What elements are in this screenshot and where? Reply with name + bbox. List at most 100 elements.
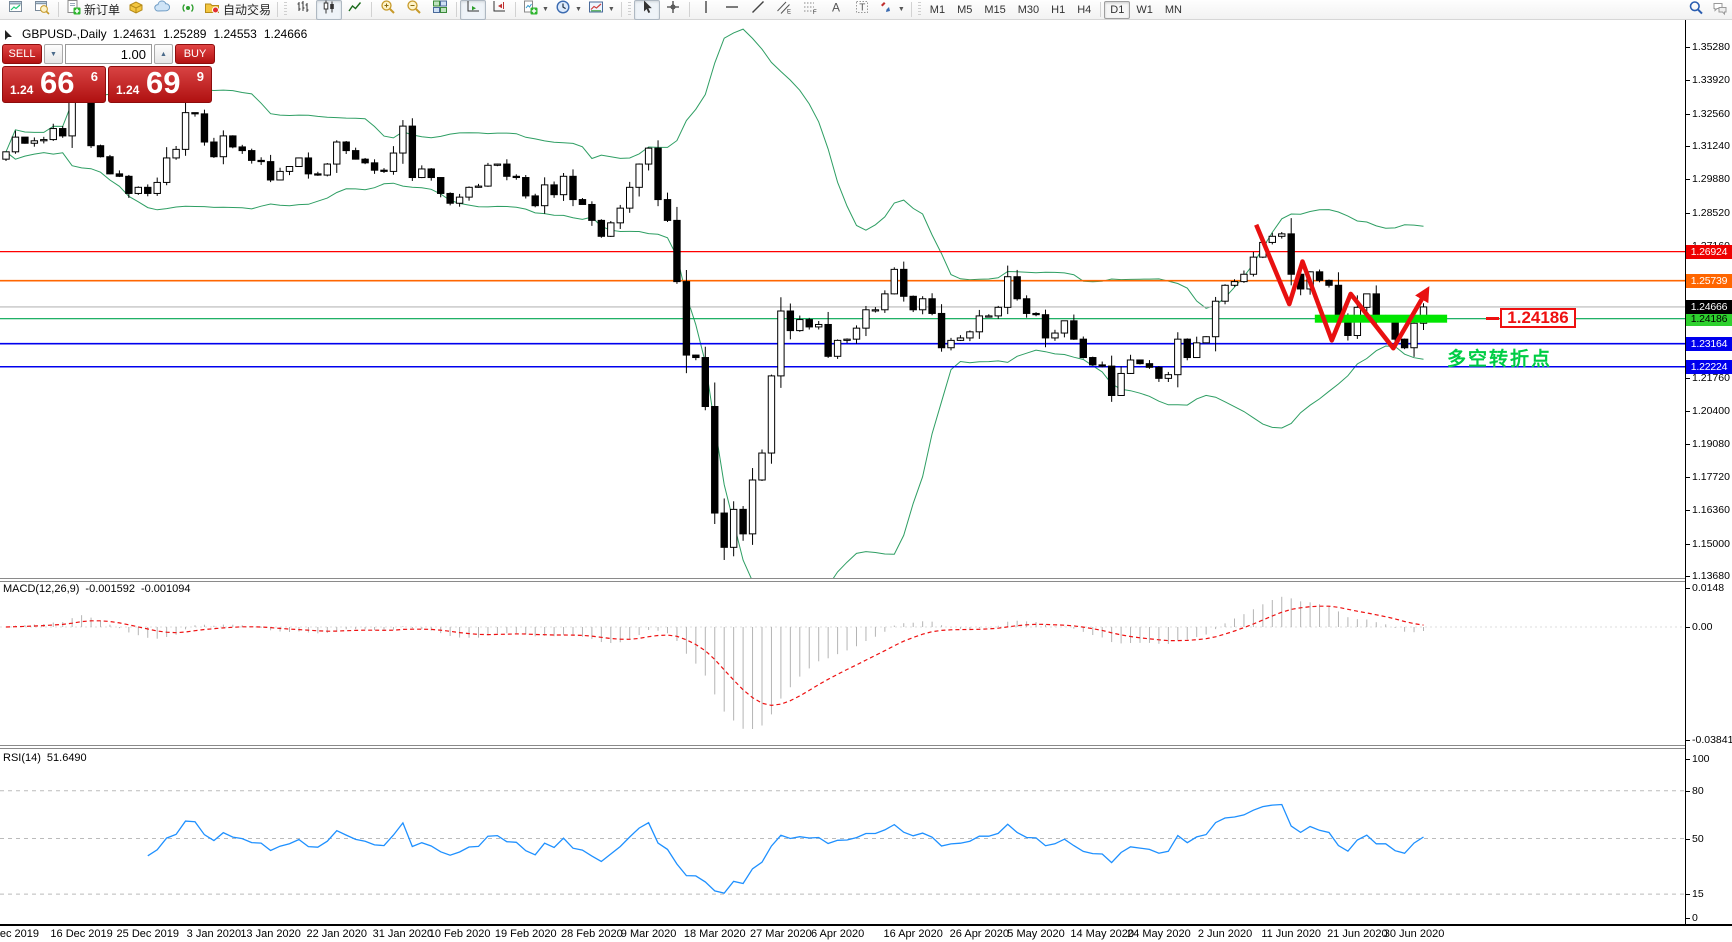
equidistant-channel-icon[interactable]: E (771, 0, 797, 20)
chart-shift-icon[interactable] (486, 0, 512, 20)
pane-separator[interactable] (0, 578, 1686, 582)
chevron-down-icon[interactable]: ▼ (898, 6, 905, 13)
text-icon[interactable]: A (823, 0, 849, 20)
toolbar-separator (456, 2, 458, 17)
chevron-down-icon[interactable]: ▼ (608, 6, 615, 13)
volume-decrease-button[interactable]: ▼ (44, 44, 63, 64)
pivot-annotation-text[interactable]: 多空转折点 (1447, 344, 1552, 371)
zoom-out-icon[interactable] (401, 0, 427, 20)
macd-tick-mark (1686, 740, 1690, 741)
toolbar-separator (371, 2, 373, 17)
tile-windows-icon[interactable] (427, 0, 453, 20)
vertical-line-icon[interactable] (693, 0, 719, 20)
sell-button[interactable]: SELL (2, 44, 42, 64)
chart-title: GBPUSD-,Daily (22, 27, 107, 41)
timeframe-w1-button[interactable]: W1 (1130, 1, 1159, 19)
volume-increase-button[interactable]: ▲ (154, 44, 173, 64)
price-level-badge: 1.23164 (1686, 336, 1732, 351)
svg-text:T: T (859, 3, 865, 14)
price-tick: 1.29880 (1692, 173, 1730, 186)
community-icon[interactable] (149, 0, 175, 20)
chevron-down-icon[interactable]: ▼ (575, 6, 582, 13)
macd-tick: 0.0148 (1692, 582, 1725, 594)
rsi-tick-mark (1686, 918, 1690, 919)
date-label: 21 Jun 2020 (1327, 928, 1388, 940)
text-label-icon[interactable]: T (849, 0, 875, 20)
timeframe-m30-button[interactable]: M30 (1012, 1, 1045, 19)
high-value: 1.25289 (163, 27, 207, 41)
price-level-badge: 1.25739 (1686, 273, 1732, 288)
macd-tick-mark (1686, 588, 1690, 589)
price-tick: 1.17720 (1692, 471, 1730, 484)
fibonacci-icon[interactable]: F (797, 0, 823, 20)
chart-menu-icon[interactable] (5, 29, 16, 40)
buy-price-big: 69 (146, 65, 181, 100)
crosshair-icon[interactable] (660, 0, 686, 20)
market-icon[interactable] (123, 0, 149, 20)
candlestick-chart-icon[interactable] (316, 0, 343, 20)
horizontal-line-icon[interactable] (719, 0, 745, 20)
signals-icon[interactable] (175, 0, 201, 20)
chart-window-icon[interactable] (3, 0, 29, 20)
timeframe-m15-button[interactable]: M15 (978, 1, 1011, 19)
price-tick-mark (1686, 179, 1690, 181)
timeframe-mn-button[interactable]: MN (1159, 1, 1188, 19)
macd-tick: 0.00 (1692, 621, 1713, 633)
sell-price-panel[interactable]: 1.24 66 6 (2, 65, 106, 103)
autotrading-button[interactable]: 自动交易 (201, 0, 274, 20)
timeframe-d1-button[interactable]: D1 (1104, 0, 1131, 19)
volume-input[interactable]: 1.00 (65, 44, 152, 64)
price-tick: 1.28520 (1692, 206, 1730, 219)
timeframe-m5-button[interactable]: M5 (951, 1, 978, 19)
buy-button[interactable]: BUY (175, 44, 215, 64)
templates-icon[interactable]: ▼ (585, 0, 618, 20)
timeframe-h4-button[interactable]: H4 (1071, 1, 1097, 19)
periods-icon[interactable]: ▼ (552, 0, 585, 20)
periods-icon (555, 0, 571, 20)
toolbar-separator (627, 2, 631, 17)
trend-line-icon[interactable] (745, 0, 771, 20)
candlestick-chart-pane[interactable] (0, 20, 1685, 580)
date-label: 11 Jun 2020 (1261, 928, 1322, 940)
date-label: 16 Dec 2019 (50, 928, 113, 940)
buy-price-panel[interactable]: 1.24 69 9 (108, 65, 212, 103)
date-label: 13 Jan 2020 (240, 928, 301, 940)
text-label-icon: T (854, 0, 870, 20)
profiles-icon (34, 0, 50, 20)
arrows-icon[interactable]: ▼ (875, 0, 908, 20)
timeframe-m1-button[interactable]: M1 (924, 1, 951, 19)
auto-scroll-icon[interactable] (460, 0, 487, 20)
date-label: 3 Jan 2020 (186, 928, 242, 940)
profiles-icon[interactable] (29, 0, 55, 20)
chat-icon[interactable] (1712, 0, 1728, 21)
chart-shift-icon (491, 0, 507, 20)
price-tick: 1.32560 (1692, 107, 1730, 120)
line-chart-icon[interactable] (342, 0, 368, 20)
price-tick: 1.21760 (1692, 372, 1730, 385)
date-label: 25 Dec 2019 (116, 928, 179, 940)
macd-signal-value: -0.001094 (140, 583, 191, 595)
indicators-icon[interactable]: ▼ (519, 0, 552, 20)
cursor-icon[interactable] (633, 0, 660, 20)
pane-separator[interactable] (0, 745, 1686, 749)
chevron-down-icon[interactable]: ▼ (542, 6, 549, 13)
search-icon[interactable] (1688, 0, 1704, 21)
price-tick-mark (1686, 411, 1690, 413)
price-tick: 1.31240 (1692, 139, 1730, 152)
toolbar-separator (515, 2, 517, 17)
toolbar-separator (284, 2, 288, 17)
horizontal-line-icon (724, 0, 740, 20)
fibonacci-icon: F (802, 0, 818, 20)
zoom-in-icon[interactable] (375, 0, 401, 20)
price-tick: 1.35280 (1692, 41, 1730, 53)
price-callout-label[interactable]: 1.24186 (1500, 308, 1576, 328)
date-label: 31 Jan 2020 (372, 928, 434, 940)
rsi-pane[interactable] (0, 749, 1685, 924)
new-order-button[interactable]: 新订单 (62, 0, 123, 20)
timeframe-h1-button[interactable]: H1 (1045, 1, 1071, 19)
date-label: 27 Mar 2020 (750, 928, 812, 940)
toolbar-separator (58, 2, 59, 17)
price-tick-mark (1686, 47, 1690, 48)
macd-pane[interactable] (0, 582, 1685, 746)
bar-chart-icon[interactable] (290, 0, 316, 20)
